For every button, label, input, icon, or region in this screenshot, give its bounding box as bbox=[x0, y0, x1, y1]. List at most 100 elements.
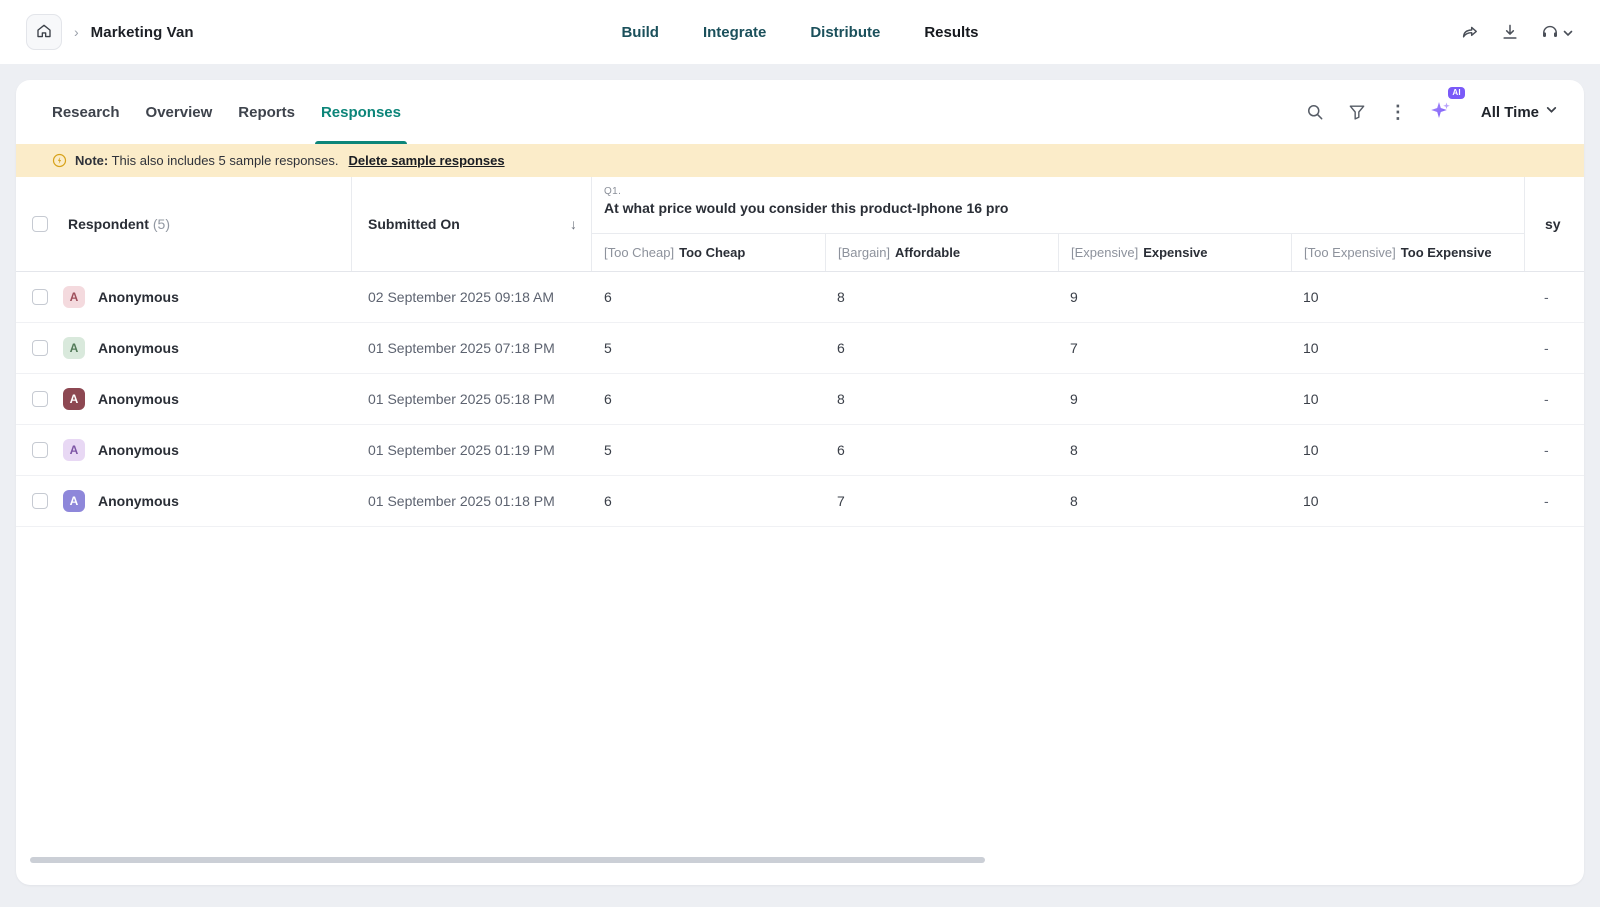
question-number: Q1. bbox=[604, 186, 1512, 197]
table-row[interactable]: A Anonymous 02 September 2025 09:18 AM 6… bbox=[16, 272, 1584, 323]
sort-descending-icon[interactable]: ↓ bbox=[570, 216, 577, 232]
responses-table: Respondent(5) Submitted On ↓ Q1. At what… bbox=[16, 177, 1584, 885]
delete-sample-responses-link[interactable]: Delete sample responses bbox=[349, 153, 505, 168]
respondent-header-cell: Respondent(5) bbox=[16, 177, 352, 271]
submitted-on-cell: 01 September 2025 01:19 PM bbox=[352, 442, 592, 458]
nav-build[interactable]: Build bbox=[621, 24, 659, 41]
answer-cell: 7 bbox=[825, 493, 1058, 509]
overflow-cell: - bbox=[1524, 289, 1584, 305]
results-card: Research Overview Reports Responses ⋮ bbox=[16, 80, 1584, 885]
subheader-affordable: [Bargain] Affordable bbox=[825, 234, 1058, 271]
chevron-down-icon bbox=[1545, 103, 1558, 121]
subheader-too-cheap: [Too Cheap] Too Cheap bbox=[592, 234, 825, 271]
breadcrumb: › Marketing Van bbox=[26, 14, 194, 50]
sample-responses-banner: Note: This also includes 5 sample respon… bbox=[16, 144, 1584, 177]
tab-overview[interactable]: Overview bbox=[146, 80, 213, 144]
answer-cell: 10 bbox=[1291, 442, 1524, 458]
answer-cell: 10 bbox=[1291, 340, 1524, 356]
question-text: At what price would you consider this pr… bbox=[604, 200, 1512, 216]
table-header: Respondent(5) Submitted On ↓ Q1. At what… bbox=[16, 177, 1584, 272]
support-menu[interactable] bbox=[1540, 22, 1574, 42]
row-checkbox[interactable] bbox=[32, 340, 48, 356]
avatar: A bbox=[63, 337, 85, 359]
next-question-header-clipped: sy bbox=[1524, 177, 1584, 271]
answer-cell: 5 bbox=[592, 340, 825, 356]
download-icon[interactable] bbox=[1500, 22, 1520, 42]
tab-reports[interactable]: Reports bbox=[238, 80, 295, 144]
row-checkbox[interactable] bbox=[32, 493, 48, 509]
flash-icon bbox=[52, 153, 67, 168]
time-filter-dropdown[interactable]: All Time bbox=[1481, 103, 1558, 121]
banner-text: Note: This also includes 5 sample respon… bbox=[75, 153, 339, 168]
answer-cell: 10 bbox=[1291, 391, 1524, 407]
chevron-down-icon bbox=[1562, 26, 1574, 38]
submitted-on-header-cell: Submitted On ↓ bbox=[352, 177, 592, 271]
overflow-cell: - bbox=[1524, 493, 1584, 509]
answer-cell: 10 bbox=[1291, 493, 1524, 509]
nav-results[interactable]: Results bbox=[924, 24, 978, 41]
select-all-checkbox[interactable] bbox=[32, 216, 48, 232]
answer-cell: 6 bbox=[592, 289, 825, 305]
nav-distribute[interactable]: Distribute bbox=[810, 24, 880, 41]
submitted-on-cell: 01 September 2025 01:18 PM bbox=[352, 493, 592, 509]
answer-cell: 6 bbox=[592, 391, 825, 407]
answer-cell: 8 bbox=[1058, 493, 1291, 509]
row-checkbox[interactable] bbox=[32, 442, 48, 458]
top-navigation: Build Integrate Distribute Results bbox=[621, 0, 978, 64]
respondent-name: Anonymous bbox=[98, 391, 179, 407]
tab-research[interactable]: Research bbox=[52, 80, 120, 144]
table-row[interactable]: A Anonymous 01 September 2025 01:19 PM 5… bbox=[16, 425, 1584, 476]
responses-toolbar: ⋮ AI All Time bbox=[1305, 98, 1558, 127]
respondent-cell: A Anonymous bbox=[16, 490, 352, 512]
horizontal-scrollbar[interactable] bbox=[30, 857, 985, 863]
tabs: Research Overview Reports Responses bbox=[52, 80, 401, 144]
respondent-header-label: Respondent(5) bbox=[68, 216, 170, 232]
answer-cell: 8 bbox=[825, 289, 1058, 305]
tab-responses[interactable]: Responses bbox=[321, 80, 401, 144]
more-options-icon[interactable]: ⋮ bbox=[1389, 103, 1407, 121]
ai-badge: AI bbox=[1448, 87, 1465, 99]
answer-cell: 6 bbox=[825, 340, 1058, 356]
banner-note-prefix: Note: bbox=[75, 153, 108, 168]
home-button[interactable] bbox=[26, 14, 62, 50]
share-icon[interactable] bbox=[1460, 22, 1480, 42]
respondent-cell: A Anonymous bbox=[16, 286, 352, 308]
table-row[interactable]: A Anonymous 01 September 2025 07:18 PM 5… bbox=[16, 323, 1584, 374]
table-row[interactable]: A Anonymous 01 September 2025 01:18 PM 6… bbox=[16, 476, 1584, 527]
breadcrumb-separator: › bbox=[74, 24, 79, 40]
answer-cell: 8 bbox=[825, 391, 1058, 407]
overflow-cell: - bbox=[1524, 340, 1584, 356]
question-subheaders: [Too Cheap] Too Cheap [Bargain] Affordab… bbox=[592, 233, 1524, 271]
nav-integrate[interactable]: Integrate bbox=[703, 24, 766, 41]
ai-assistant-button[interactable]: AI bbox=[1429, 98, 1453, 127]
avatar: A bbox=[63, 490, 85, 512]
respondent-count: (5) bbox=[153, 216, 170, 232]
page-title: Marketing Van bbox=[91, 24, 194, 41]
respondent-cell: A Anonymous bbox=[16, 439, 352, 461]
answer-cell: 6 bbox=[825, 442, 1058, 458]
search-icon[interactable] bbox=[1305, 102, 1325, 122]
topbar: › Marketing Van Build Integrate Distribu… bbox=[0, 0, 1600, 64]
row-checkbox[interactable] bbox=[32, 289, 48, 305]
respondent-name: Anonymous bbox=[98, 289, 179, 305]
avatar: A bbox=[63, 286, 85, 308]
table-row[interactable]: A Anonymous 01 September 2025 05:18 PM 6… bbox=[16, 374, 1584, 425]
answer-cell: 10 bbox=[1291, 289, 1524, 305]
avatar: A bbox=[63, 388, 85, 410]
respondent-name: Anonymous bbox=[98, 340, 179, 356]
tabs-row: Research Overview Reports Responses ⋮ bbox=[16, 80, 1584, 144]
subheader-too-expensive: [Too Expensive] Too Expensive bbox=[1291, 234, 1524, 271]
headset-icon bbox=[1540, 22, 1560, 42]
answer-cell: 9 bbox=[1058, 289, 1291, 305]
home-icon bbox=[35, 22, 53, 43]
respondent-name: Anonymous bbox=[98, 493, 179, 509]
question-title: Q1. At what price would you consider thi… bbox=[592, 177, 1524, 233]
submitted-on-cell: 02 September 2025 09:18 AM bbox=[352, 289, 592, 305]
answer-cell: 7 bbox=[1058, 340, 1291, 356]
row-checkbox[interactable] bbox=[32, 391, 48, 407]
respondent-cell: A Anonymous bbox=[16, 337, 352, 359]
submitted-on-label: Submitted On bbox=[368, 216, 460, 232]
answer-cell: 5 bbox=[592, 442, 825, 458]
filter-icon[interactable] bbox=[1347, 102, 1367, 122]
answer-cell: 9 bbox=[1058, 391, 1291, 407]
